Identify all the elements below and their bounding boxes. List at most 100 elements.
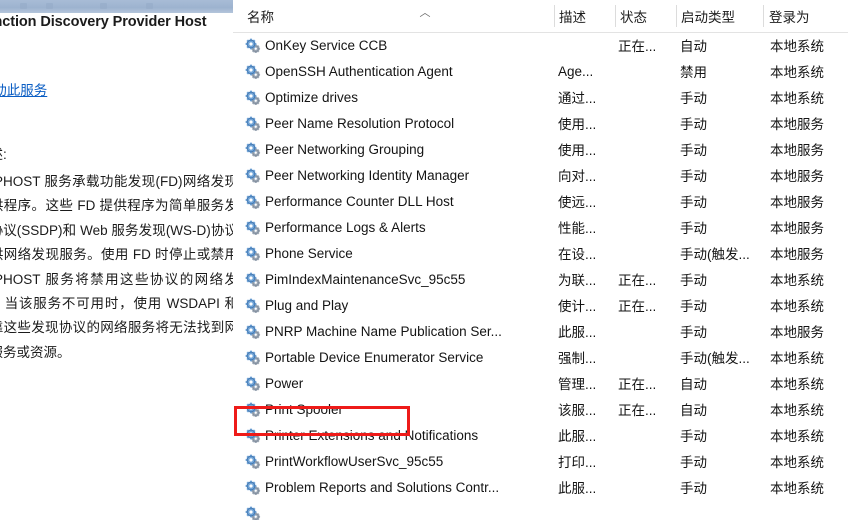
table-row[interactable]: Peer Name Resolution Protocol 使用... 手动 本地服务	[233, 110, 848, 136]
column-header-description[interactable]: 描述	[559, 0, 611, 32]
table-row[interactable]: PimIndexMaintenanceSvc_95c55 为联... 正在... 手动…	[233, 266, 848, 292]
cell-status	[618, 318, 680, 344]
cell-status	[618, 448, 680, 474]
table-row[interactable]: Problem Reports and Solutions Contr... 此服…	[233, 474, 848, 500]
cell-log-on-as: 本地系统	[770, 273, 824, 288]
cell-log-on-as: 本地服务	[770, 325, 824, 340]
list-column-header: 名称 ︿ 描述 状态 启动类型 登录为	[233, 0, 848, 33]
column-divider[interactable]	[615, 5, 616, 27]
gear-icon	[244, 271, 261, 288]
cell-log-on-as: 本地服务	[770, 169, 824, 184]
gear-icon	[244, 193, 261, 210]
cell-service-name: OnKey Service CCB	[265, 37, 388, 53]
column-header-log-on-as[interactable]: 登录为	[769, 0, 841, 32]
cell-log-on-as: 本地系统	[770, 403, 824, 418]
cell-description: 为联...	[558, 273, 597, 288]
gear-icon	[244, 505, 261, 520]
column-header-startup-type[interactable]: 启动类型	[681, 0, 759, 32]
cell-status: 正在...	[618, 273, 657, 288]
table-row[interactable]: Performance Counter DLL Host 使远... 手动 本地服务	[233, 188, 848, 214]
cell-service-name: Peer Networking Identity Manager	[265, 167, 470, 183]
cell-status	[618, 136, 680, 162]
start-service-link[interactable]: 动此服务	[0, 83, 47, 98]
table-row[interactable]: PNRP Machine Name Publication Ser... 此服..…	[233, 318, 848, 344]
gear-icon	[244, 349, 261, 366]
cell-service-name: Plug and Play	[265, 297, 349, 313]
cell-startup-type: 手动	[680, 143, 707, 158]
cell-service-name: Peer Name Resolution Protocol	[265, 115, 455, 131]
table-row[interactable]: Printer Extensions and Notifications 此服..…	[233, 422, 848, 448]
services-list-rows[interactable]: OnKey Service CCB 正在... 自动 本地系统 OpenSSH Auth…	[233, 32, 848, 520]
cell-startup-type: 手动(触发...	[680, 351, 750, 366]
cell-status	[618, 110, 680, 136]
cell-status	[618, 58, 680, 84]
cell-startup-type: 手动	[680, 117, 707, 132]
caret-up-icon: ︿	[419, 7, 431, 19]
table-row[interactable]: Peer Networking Identity Manager 向对... 手动 本…	[233, 162, 848, 188]
cell-startup-type: 手动	[680, 325, 707, 340]
cell-status	[618, 344, 680, 370]
cell-startup-type: 手动	[680, 91, 707, 106]
cell-log-on-as: 本地系统	[770, 429, 824, 444]
cell-service-name: PimIndexMaintenanceSvc_95c55	[265, 271, 466, 287]
table-row[interactable]: Optimize drives 通过... 手动 本地系统	[233, 84, 848, 110]
cell-startup-type: 手动	[680, 429, 707, 444]
cell-service-name: Performance Counter DLL Host	[265, 193, 454, 209]
table-row[interactable]: Power 管理... 正在... 自动 本地系统	[233, 370, 848, 396]
cell-startup-type: 自动	[680, 39, 707, 54]
cell-description: 性能...	[558, 221, 597, 236]
cell-status	[618, 500, 680, 520]
column-divider[interactable]	[763, 5, 764, 27]
cell-description: 管理...	[558, 377, 597, 392]
gear-icon	[244, 219, 261, 236]
gear-icon	[244, 479, 261, 496]
cell-description	[558, 500, 616, 520]
cell-service-name: Print Spooler	[265, 401, 344, 417]
table-row[interactable]: OnKey Service CCB 正在... 自动 本地系统	[233, 32, 848, 58]
cell-status	[618, 240, 680, 266]
cell-log-on-as: 本地系统	[770, 481, 824, 496]
toolbar-glyph	[146, 3, 153, 9]
cell-status	[618, 422, 680, 448]
table-row[interactable]: Portable Device Enumerator Service 强制... 手…	[233, 344, 848, 370]
column-divider[interactable]	[676, 5, 677, 27]
toolbar-glyph	[20, 3, 27, 9]
cell-description: 向对...	[558, 169, 597, 184]
table-row[interactable]: Phone Service 在设... 手动(触发... 本地服务	[233, 240, 848, 266]
table-row[interactable]: Plug and Play 使计... 正在... 手动 本地系统	[233, 292, 848, 318]
cell-startup-type: 手动	[680, 299, 707, 314]
cell-service-name: Optimize drives	[265, 89, 359, 105]
table-row[interactable]	[233, 500, 848, 520]
table-row[interactable]: PrintWorkflowUserSvc_95c55 打印... 手动 本地系统	[233, 448, 848, 474]
gear-icon	[244, 427, 261, 444]
table-row[interactable]: Performance Logs & Alerts 性能... 手动 本地服务	[233, 214, 848, 240]
cell-status	[618, 188, 680, 214]
cell-log-on-as: 本地系统	[770, 351, 824, 366]
cell-startup-type: 手动	[680, 481, 707, 496]
table-row[interactable]: Peer Networking Grouping 使用... 手动 本地服务	[233, 136, 848, 162]
cell-service-name: Problem Reports and Solutions Contr...	[265, 479, 500, 495]
cell-description: 强制...	[558, 351, 597, 366]
gear-icon	[244, 115, 261, 132]
cell-service-name: Performance Logs & Alerts	[265, 219, 426, 235]
gear-icon	[244, 167, 261, 184]
cell-status	[618, 214, 680, 240]
cell-description	[558, 32, 616, 58]
cell-status	[618, 162, 680, 188]
cell-log-on-as: 本地服务	[770, 117, 824, 132]
gear-icon	[244, 375, 261, 392]
service-title: Function Discovery Provider Host	[0, 14, 207, 30]
table-row[interactable]: Print Spooler 该服... 正在... 自动 本地系统	[233, 396, 848, 422]
cell-description: 使计...	[558, 299, 597, 314]
description-text: FDPHOST 服务承载功能发现(FD)网络发现提供程序。这些 FD 提供程序为…	[0, 174, 233, 360]
cell-service-name	[265, 500, 565, 520]
column-header-name[interactable]: 名称	[247, 0, 427, 32]
service-details-pane: Function Discovery Provider Host 启 动此服务 …	[0, 0, 233, 520]
cell-status	[618, 84, 680, 110]
cell-description: 使远...	[558, 195, 597, 210]
column-divider[interactable]	[554, 5, 555, 27]
cell-description: 打印...	[558, 455, 597, 470]
column-header-status[interactable]: 状态	[620, 0, 672, 32]
cell-description: 使用...	[558, 117, 597, 132]
table-row[interactable]: OpenSSH Authentication Agent Age... 禁用 本地系统	[233, 58, 848, 84]
